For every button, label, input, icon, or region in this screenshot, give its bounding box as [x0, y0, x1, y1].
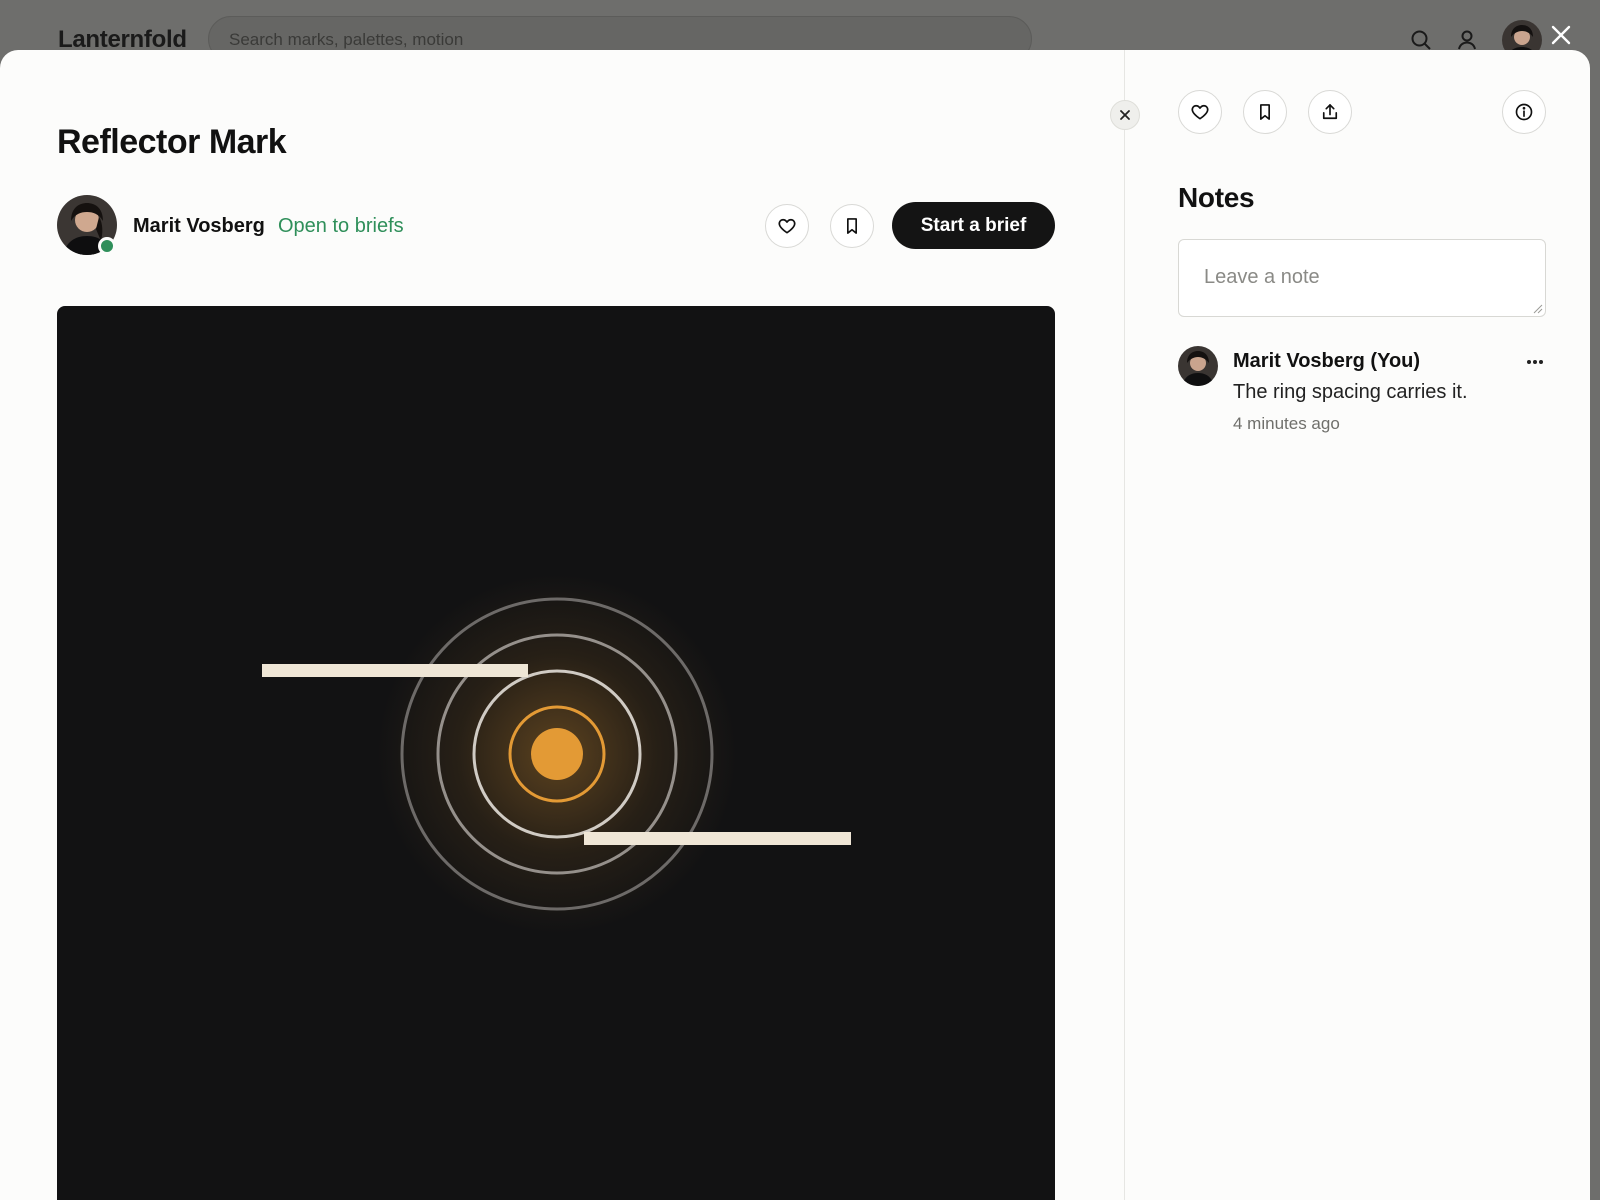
site-search-placeholder: Search marks, palettes, motion	[229, 30, 464, 49]
author-name[interactable]: Marit Vosberg	[133, 215, 265, 238]
like-button[interactable]	[765, 204, 809, 248]
heart-icon	[1191, 104, 1209, 120]
bookmark-icon	[847, 218, 857, 234]
overlay-close-icon[interactable]	[1548, 22, 1574, 48]
user-icon[interactable]	[1455, 28, 1479, 52]
sidebar-save-button[interactable]	[1243, 90, 1287, 134]
more-icon	[1527, 360, 1543, 364]
online-status-dot	[98, 237, 116, 255]
close-icon	[1120, 110, 1130, 120]
notes-title: Notes	[1178, 182, 1255, 213]
note-author-avatar[interactable]	[1178, 346, 1218, 386]
close-modal-button[interactable]	[1110, 100, 1140, 130]
share-button[interactable]	[1308, 90, 1352, 134]
shot-detail-pane: Reflector Mark Marit Vosberg Open to bri…	[0, 50, 1124, 1200]
shot-title: Reflector Mark	[57, 123, 287, 161]
resize-grip-icon[interactable]	[1533, 304, 1543, 314]
shot-modal: Reflector Mark Marit Vosberg Open to bri…	[0, 50, 1590, 1200]
sidebar-like-button[interactable]	[1178, 90, 1222, 134]
notes-pane: Notes Marit Vosberg (You) The ring spaci…	[1125, 50, 1590, 1200]
reflector-mark-artwork	[262, 574, 851, 934]
note-input[interactable]	[1178, 239, 1546, 317]
note-text: The ring spacing carries it.	[1233, 381, 1468, 403]
note-more-button[interactable]	[1523, 354, 1547, 370]
save-button[interactable]	[830, 204, 874, 248]
info-button[interactable]	[1502, 90, 1546, 134]
info-icon	[1515, 103, 1533, 121]
share-icon	[1322, 104, 1338, 120]
start-brief-button[interactable]: Start a brief	[892, 202, 1055, 249]
search-icon[interactable]	[1409, 28, 1433, 52]
shot-artwork	[57, 306, 1055, 1200]
heart-icon	[778, 218, 796, 234]
note-author[interactable]: Marit Vosberg (You)	[1233, 350, 1420, 373]
author-availability[interactable]: Open to briefs	[278, 215, 404, 238]
note-timestamp: 4 minutes ago	[1233, 414, 1340, 433]
bookmark-icon	[1260, 104, 1270, 120]
